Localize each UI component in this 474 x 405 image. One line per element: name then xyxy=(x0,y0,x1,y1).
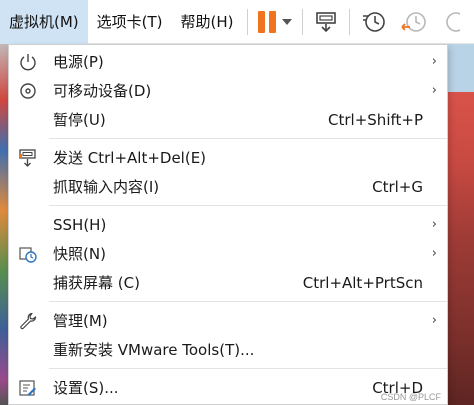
menu-item-snapshot[interactable]: 快照(N) › xyxy=(9,239,447,268)
menu-item-grab-input[interactable]: 抓取输入内容(I) Ctrl+G xyxy=(9,172,447,201)
menu-item-send-ctrl-alt-del[interactable]: 发送 Ctrl+Alt+Del(E) xyxy=(9,143,447,172)
menu-help[interactable]: 帮助(H) xyxy=(172,0,243,44)
menu-item-label: SSH(H) xyxy=(53,215,107,234)
chevron-right-icon: › xyxy=(431,313,437,328)
menu-item-label: 管理(M) xyxy=(53,312,108,330)
menu-item-label: 发送 Ctrl+Alt+Del(E) xyxy=(53,149,207,167)
watermark: CSDN @PLCF xyxy=(380,392,441,402)
wrench-icon xyxy=(20,312,37,330)
background-strip-right xyxy=(448,40,474,405)
menu-item-removable-devices[interactable]: 可移动设备(D) › xyxy=(9,76,447,105)
pause-icon xyxy=(257,10,276,33)
menu-item-shortcut: Ctrl+Alt+PrtScn xyxy=(302,273,423,292)
send-keys-icon xyxy=(315,11,336,32)
chevron-right-icon: › xyxy=(431,246,437,261)
menubar: 虚拟机(M) 选项卡(T) 帮助(H) xyxy=(0,0,474,44)
revert-snapshot-button[interactable] xyxy=(394,0,434,44)
menu-item-manage[interactable]: 管理(M) › xyxy=(9,306,447,335)
send-keys-button[interactable] xyxy=(307,0,345,44)
toolbar-separator xyxy=(348,8,350,35)
menu-item-ssh[interactable]: SSH(H) › xyxy=(9,210,447,239)
menu-item-pause[interactable]: 暂停(U) Ctrl+Shift+P xyxy=(9,105,447,134)
menu-item-shortcut: Ctrl+G xyxy=(372,177,423,196)
snapshot-button[interactable] xyxy=(354,0,394,44)
menu-item-label: 快照(N) xyxy=(53,245,106,263)
menu-item-power[interactable]: 电源(P) › xyxy=(9,47,447,76)
send-keys-icon xyxy=(19,149,36,167)
chevron-right-icon: › xyxy=(431,83,437,98)
background-strip-left xyxy=(0,40,8,405)
disc-icon xyxy=(20,83,36,99)
snapshot-manager-button[interactable] xyxy=(434,0,466,44)
menu-item-label: 暂停(U) xyxy=(53,111,106,129)
settings-icon xyxy=(19,380,36,396)
chevron-right-icon: › xyxy=(431,217,437,232)
menu-divider xyxy=(49,301,447,302)
menu-item-label: 设置(S)... xyxy=(53,379,119,397)
menu-divider xyxy=(49,138,447,139)
power-icon xyxy=(20,54,36,71)
revert-clock-icon xyxy=(400,11,426,32)
menu-item-shortcut: Ctrl+Shift+P xyxy=(328,110,423,129)
clock-icon xyxy=(362,11,385,32)
snapshot-icon xyxy=(19,247,37,263)
menu-item-label: 捕获屏幕 (C) xyxy=(53,274,140,292)
menu-item-label: 抓取输入内容(I) xyxy=(53,178,160,196)
toolbar-separator xyxy=(246,8,248,35)
snapshot-manager-icon xyxy=(445,11,460,32)
menu-divider xyxy=(49,205,447,206)
toolbar-separator xyxy=(301,8,303,35)
menu-divider xyxy=(49,368,447,369)
menu-tabs[interactable]: 选项卡(T) xyxy=(88,0,172,44)
chevron-right-icon: › xyxy=(431,54,437,69)
menu-item-label: 电源(P) xyxy=(53,53,104,71)
menu-item-label: 可移动设备(D) xyxy=(53,82,152,100)
chevron-down-icon xyxy=(281,18,292,25)
menu-vm[interactable]: 虚拟机(M) xyxy=(0,0,88,44)
vm-dropdown-menu: 电源(P) › 可移动设备(D) › 暂停(U) Ctrl+Shift+P 发送… xyxy=(8,44,448,405)
menu-item-label: 重新安装 VMware Tools(T)... xyxy=(53,341,255,359)
menu-item-capture-screen[interactable]: 捕获屏幕 (C) Ctrl+Alt+PrtScn xyxy=(9,268,447,297)
menu-item-reinstall-vmware-tools[interactable]: 重新安装 VMware Tools(T)... xyxy=(9,335,447,364)
pause-button[interactable] xyxy=(252,0,298,44)
